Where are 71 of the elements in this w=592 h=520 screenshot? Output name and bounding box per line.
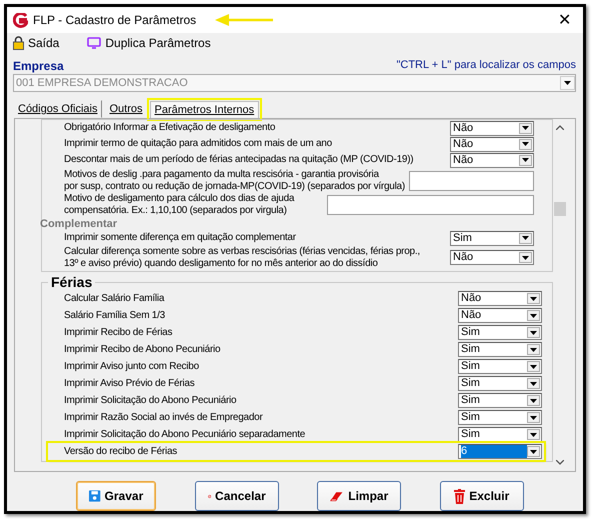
dropdown[interactable]: 6 [458, 444, 542, 459]
dropdown[interactable]: Não [450, 136, 534, 152]
caret-icon [530, 296, 537, 300]
dropdown[interactable]: Não [450, 120, 534, 136]
dropdown[interactable]: Sim [458, 342, 542, 357]
dropdown[interactable]: Sim [458, 376, 542, 391]
caret-icon [530, 398, 537, 402]
section-heading: Complementar [40, 218, 118, 230]
field-label: Imprimir Solicitação do Abono Pecuniário separadamente [64, 428, 306, 440]
scrollbar-thumb[interactable] [554, 202, 566, 216]
toolbar-button[interactable]: Duplica Parâmetros [87, 36, 211, 50]
trash-button[interactable]: Excluir [440, 481, 524, 511]
dropdown[interactable]: Não [450, 250, 534, 265]
field-label: Motivo de desligamento para cálculo dos dias de ajuda compensatória. Ex.: 1,10,100 (separados por virgula) [64, 193, 294, 216]
monitor-icon [87, 37, 102, 49]
field-label: Motivos de deslig .para pagamento da multa rescisória - garantia provisória por susp, contrato ou redução de jornada-MP(COVID-19) (separados por vírgula) [64, 169, 405, 192]
field-label: Descontar mais de um período de férias antecipadas na quitação (MP (COVID-19)) [64, 154, 414, 166]
caret-icon [522, 126, 529, 130]
eraser-icon [330, 490, 344, 502]
input-field[interactable] [327, 194, 534, 214]
caret-icon [530, 314, 537, 318]
field-label: Imprimir Solicitação do Abono Pecuniário [64, 394, 236, 406]
caret-icon [522, 236, 529, 240]
scroll-up-icon[interactable] [556, 125, 564, 130]
caret-icon [522, 142, 529, 146]
dropdown[interactable]: Sim [458, 393, 542, 408]
close-button[interactable]: ✕ [552, 10, 577, 30]
field-label: Imprimir somente diferença em quitação complementar [64, 232, 296, 244]
input-field[interactable] [408, 170, 534, 190]
dropdown[interactable]: Sim [458, 325, 542, 340]
field-label: Calcular diferença somente sobre as verbas rescisórias (férias vencidas, férias prop., 13º e aviso prévio) quando desligamento for no mês anterior ao do dissídio [64, 246, 420, 269]
field-label: Imprimir Recibo de Férias [64, 326, 172, 338]
caret-icon [564, 81, 571, 85]
field-label: Imprimir Recibo de Abono Pecuniário [64, 344, 220, 356]
tab[interactable]: Parâmetros Internos [150, 101, 260, 118]
field-label: Salário Família Sem 1/3 [64, 310, 165, 322]
window-title: FLP - Cadastro de Parâmetros [33, 13, 196, 27]
dropdown[interactable]: Sim [458, 359, 542, 374]
caret-icon [530, 416, 537, 420]
caret-icon [522, 158, 529, 162]
caret-icon [530, 432, 537, 436]
dropdown[interactable]: Não [458, 291, 542, 306]
field-label: Imprimir termo de quitação para admitidos com mais de um ano [64, 138, 332, 150]
field-label: Calcular Salário Família [64, 292, 164, 304]
caret-icon [530, 364, 537, 368]
eraser-button[interactable]: Limpar [317, 481, 402, 511]
cancel-button[interactable]: Cancelar [194, 481, 279, 511]
field-label: Empresa [13, 59, 64, 73]
trash-icon [454, 488, 466, 504]
dropdown[interactable]: Sim [450, 230, 534, 246]
padlock-icon [13, 36, 24, 50]
caret-icon [530, 382, 537, 386]
app-logo-icon [13, 12, 28, 28]
dropdown[interactable]: Sim [458, 427, 542, 442]
caret-icon [530, 330, 537, 334]
hint-text: "CTRL + L" para localizar os campos [396, 59, 576, 73]
dropdown[interactable]: Não [458, 308, 542, 323]
field-label: Versão do recibo de Férias [64, 446, 178, 458]
scroll-down-icon[interactable] [556, 460, 564, 465]
save-button[interactable]: Gravar [76, 481, 156, 511]
field-label: Imprimir Razão Social ao invés de Empregador [64, 412, 263, 424]
caret-icon [530, 348, 537, 352]
dropdown[interactable]: Sim [458, 410, 542, 425]
dropdown[interactable]: Não [450, 152, 534, 168]
field-label: Imprimir Aviso junto com Recibo [64, 360, 199, 372]
toolbar-button[interactable]: Saída [13, 36, 60, 50]
field-label: Obrigatório Informar a Efetivação de desligamento [64, 122, 276, 134]
group-title: Férias [48, 274, 96, 290]
field-label: Imprimir Aviso Prévio de Férias [64, 378, 194, 390]
caret-icon [522, 256, 529, 260]
caret-icon [530, 450, 537, 454]
